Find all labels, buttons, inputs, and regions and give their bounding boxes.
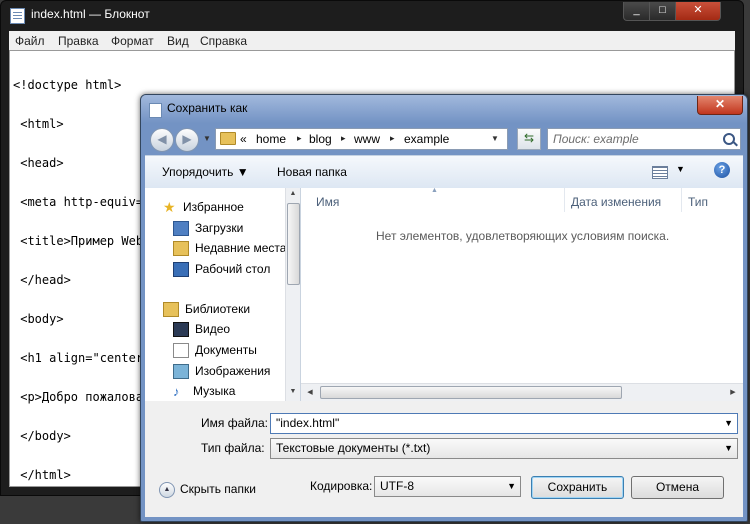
nav-item-recent[interactable]: Недавние места — [173, 241, 286, 257]
save-as-dialog: Сохранить как ✕ ◀ ▶ ▼ « home ▸ blog ▸ ww… — [140, 94, 748, 522]
file-list-pane: ▲ Имя Дата изменения Тип Нет элементов, … — [301, 187, 743, 401]
address-dropdown-button[interactable]: ▼ — [486, 129, 504, 149]
navigation-pane: ★ Избранное Загрузки Недавние места Рабоч… — [145, 188, 301, 401]
address-bar[interactable]: « home ▸ blog ▸ www ▸ example ▼ — [215, 128, 508, 150]
text-line: <!doctype html> — [13, 78, 122, 92]
file-name-field[interactable]: "index.html" ▼ — [270, 413, 738, 434]
forward-button[interactable]: ▶ — [175, 128, 199, 152]
file-name-dropdown-icon[interactable]: ▼ — [724, 418, 733, 428]
nav-scroll-thumb[interactable] — [287, 203, 300, 285]
file-name-value: "index.html" — [276, 416, 340, 430]
organize-button[interactable]: Упорядочить ▼ — [162, 165, 249, 179]
history-chevron[interactable]: « — [240, 132, 247, 146]
encoding-value: UTF-8 — [380, 479, 414, 493]
nav-item-documents[interactable]: Документы — [173, 343, 257, 359]
breadcrumb-example[interactable]: example — [404, 132, 449, 146]
notepad-title: index.html — Блокнот — [31, 7, 150, 21]
empty-folder-message: Нет элементов, удовлетворяющих условиям … — [376, 229, 670, 243]
recent-pages-button[interactable]: ▼ — [203, 134, 211, 143]
pictures-icon — [173, 364, 189, 380]
help-icon[interactable]: ? — [714, 162, 730, 178]
column-divider[interactable] — [564, 188, 565, 212]
search-icon[interactable] — [723, 133, 735, 145]
nav-item-music[interactable]: ♪ Музыка — [173, 384, 235, 398]
file-type-dropdown-icon: ▼ — [724, 443, 733, 453]
encoding-label: Кодировка: — [310, 479, 373, 493]
breadcrumb-separator[interactable]: ▸ — [297, 133, 302, 144]
views-icon[interactable] — [652, 166, 668, 179]
recent-places-icon — [173, 241, 189, 257]
minimize-button[interactable]: _ — [623, 2, 650, 21]
breadcrumb-blog[interactable]: blog — [309, 132, 332, 146]
downloads-icon — [173, 221, 189, 237]
column-header-name[interactable]: Имя — [316, 195, 339, 209]
hide-folders-button[interactable]: Скрыть папки — [180, 482, 256, 496]
desktop-icon — [173, 262, 189, 278]
save-options-panel: Имя файла: "index.html" ▼ Тип файла: Тек… — [145, 401, 743, 517]
column-divider[interactable] — [681, 188, 682, 212]
command-bar: Упорядочить ▼ Новая папка ▼ ? — [145, 155, 743, 189]
scroll-left-button[interactable]: ◀ — [303, 388, 317, 396]
menu-view[interactable]: Вид — [167, 34, 189, 48]
notepad-icon — [10, 8, 25, 24]
cancel-button[interactable]: Отмена — [631, 476, 724, 499]
nav-item-pictures[interactable]: Изображения — [173, 364, 270, 380]
scroll-up-button[interactable]: ▲ — [286, 190, 300, 197]
nav-item-video[interactable]: Видео — [173, 322, 230, 338]
star-icon: ★ — [163, 199, 176, 216]
back-button[interactable]: ◀ — [150, 128, 174, 152]
breadcrumb-separator[interactable]: ▸ — [390, 133, 395, 144]
dialog-title: Сохранить как — [167, 101, 248, 115]
libraries-icon — [163, 302, 179, 318]
column-header-date[interactable]: Дата изменения — [571, 195, 661, 209]
file-name-label: Имя файла: — [201, 416, 268, 430]
dialog-titlebar[interactable]: Сохранить как ✕ — [141, 95, 747, 123]
menu-help[interactable]: Справка — [200, 34, 247, 48]
refresh-button[interactable]: ⇆ — [517, 128, 541, 150]
address-row: ◀ ▶ ▼ « home ▸ blog ▸ www ▸ example ▼ ⇆ … — [145, 123, 743, 153]
search-input[interactable]: Поиск: example — [547, 128, 741, 150]
save-button[interactable]: Сохранить — [531, 476, 624, 499]
video-icon — [173, 322, 189, 338]
breadcrumb-www[interactable]: www — [354, 132, 380, 146]
menu-edit[interactable]: Правка — [58, 34, 99, 48]
dialog-close-button[interactable]: ✕ — [697, 96, 743, 115]
menu-file[interactable]: Файл — [15, 34, 45, 48]
column-header-type[interactable]: Тип — [688, 195, 708, 209]
new-folder-button[interactable]: Новая папка — [277, 165, 347, 179]
folder-icon — [220, 132, 236, 145]
maximize-button[interactable]: □ — [649, 2, 676, 21]
music-icon: ♪ — [173, 384, 180, 400]
encoding-select[interactable]: UTF-8 ▼ — [374, 476, 521, 497]
documents-icon — [173, 343, 189, 359]
dialog-icon — [149, 103, 162, 118]
scroll-down-button[interactable]: ▼ — [286, 388, 300, 395]
scroll-right-button[interactable]: ▶ — [726, 388, 740, 396]
notepad-menubar: Файл Правка Формат Вид Справка — [9, 31, 735, 50]
nav-item-downloads[interactable]: Загрузки — [173, 221, 243, 237]
nav-libraries[interactable]: Библиотеки — [163, 302, 250, 318]
nav-favorites[interactable]: ★ Избранное — [163, 200, 244, 214]
encoding-dropdown-icon: ▼ — [507, 481, 516, 491]
breadcrumb-separator[interactable]: ▸ — [341, 133, 346, 144]
file-type-label: Тип файла: — [201, 441, 265, 455]
nav-item-desktop[interactable]: Рабочий стол — [173, 262, 270, 278]
file-list-hscrollbar[interactable]: ◀ ▶ — [301, 383, 743, 401]
sort-indicator-icon: ▲ — [431, 187, 438, 194]
search-placeholder: Поиск: example — [553, 132, 639, 146]
breadcrumb-home[interactable]: home — [256, 132, 286, 146]
file-type-value: Текстовые документы (*.txt) — [276, 441, 431, 455]
close-button[interactable]: ✕ — [675, 2, 721, 21]
views-dropdown-button[interactable]: ▼ — [676, 164, 685, 174]
notepad-titlebar[interactable]: index.html — Блокнот _ □ ✕ — [1, 1, 743, 29]
nav-scrollbar[interactable]: ▲ ▼ — [285, 188, 300, 401]
file-type-select[interactable]: Текстовые документы (*.txt) ▼ — [270, 438, 738, 459]
hscroll-thumb[interactable] — [320, 386, 622, 399]
hide-folders-icon[interactable]: ▲ — [159, 482, 175, 498]
menu-format[interactable]: Формат — [111, 34, 154, 48]
